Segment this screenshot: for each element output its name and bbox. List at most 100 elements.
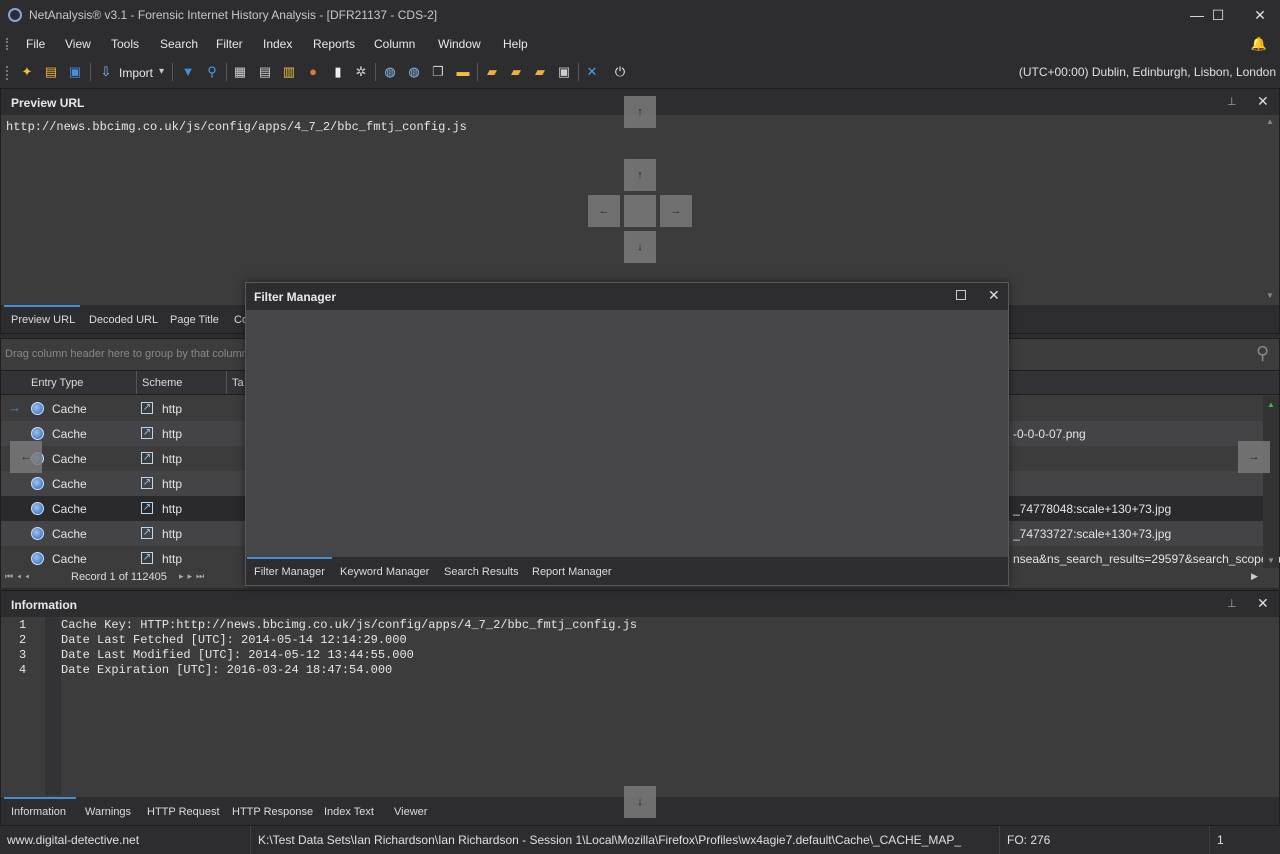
maximize-icon[interactable] xyxy=(956,290,966,300)
globe-search-icon[interactable]: ◍ xyxy=(406,64,422,80)
tab-index-text[interactable]: Index Text xyxy=(324,806,374,818)
preview-panel-title: Preview URL xyxy=(11,96,85,110)
globe-icon[interactable]: ◍ xyxy=(382,64,398,80)
menu-help[interactable]: Help xyxy=(503,37,528,51)
bell-icon[interactable]: 🔔 xyxy=(1251,36,1267,52)
maximize-button[interactable]: ☐ xyxy=(1198,4,1238,26)
tab-filter-manager[interactable]: Filter Manager xyxy=(254,566,325,578)
dock-center-right-icon[interactable]: → xyxy=(660,195,692,227)
col-scheme[interactable]: Scheme xyxy=(142,377,182,389)
tab-http-request[interactable]: HTTP Request xyxy=(147,806,220,818)
hscroll-right-icon[interactable]: ▶ xyxy=(1251,571,1258,582)
tab-preview-url[interactable]: Preview URL xyxy=(11,314,75,326)
tools-icon[interactable]: ✕ xyxy=(584,64,600,80)
tab-information[interactable]: Information xyxy=(11,806,66,818)
grid-search-icon[interactable]: ⚲ xyxy=(1256,343,1269,364)
dock-top-icon[interactable]: ↑ xyxy=(624,96,656,128)
tab-decoded-url[interactable]: Decoded URL xyxy=(89,314,158,326)
menu-view[interactable]: View xyxy=(65,37,91,51)
active-tab-indicator xyxy=(4,797,76,799)
status-divider xyxy=(1209,826,1210,854)
close-panel-icon[interactable]: ✕ xyxy=(1257,93,1269,110)
col-ta[interactable]: Ta xyxy=(232,377,244,389)
scroll-up-icon[interactable]: ▲ xyxy=(1266,117,1274,126)
cell-url-tail: nsea&ns_search_results=29597&search_scop… xyxy=(1013,552,1280,566)
grid-view-icon[interactable]: ▦ xyxy=(232,64,248,80)
status-divider xyxy=(250,826,251,854)
toolbar-separator xyxy=(226,63,227,81)
dock-center-bottom-icon[interactable]: ↓ xyxy=(624,231,656,263)
close-button[interactable]: ✕ xyxy=(1240,4,1280,26)
nav-prev-icons[interactable]: ⏮◂◂ xyxy=(5,571,33,582)
folder-chart-icon[interactable]: ▰ xyxy=(508,64,524,80)
pin-icon[interactable]: ⊥ xyxy=(1227,95,1237,108)
cell-scheme: http xyxy=(162,452,183,466)
preview-scrollbar[interactable]: ▲ ▼ xyxy=(1263,117,1277,301)
dock-center-top-icon[interactable]: ↑ xyxy=(624,159,656,191)
menu-index[interactable]: Index xyxy=(263,37,292,51)
menu-window[interactable]: Window xyxy=(438,37,481,51)
power-icon[interactable]: ⏻ xyxy=(612,64,628,80)
menu-reports[interactable]: Reports xyxy=(313,37,355,51)
settings-icon[interactable]: ✲ xyxy=(353,64,369,80)
cell-url-tail: _74778048:scale+130+73.jpg xyxy=(1013,502,1172,516)
menu-filter[interactable]: Filter xyxy=(216,37,243,51)
list-icon[interactable]: ▥ xyxy=(281,64,297,80)
tab-viewer[interactable]: Viewer xyxy=(394,806,427,818)
windows-icon[interactable]: ❐ xyxy=(430,64,446,80)
dock-right-icon[interactable]: → xyxy=(1238,441,1270,473)
grid-scrollbar[interactable]: ▲ ▼ xyxy=(1263,396,1279,571)
record-count: Record 1 of 112405 xyxy=(71,571,167,583)
tab-page-title[interactable]: Page Title xyxy=(170,314,219,326)
tab-http-response[interactable]: HTTP Response xyxy=(232,806,313,818)
report-icon[interactable]: ▣ xyxy=(556,64,572,80)
close-panel-icon[interactable]: ✕ xyxy=(1257,595,1269,612)
scroll-up-icon[interactable]: ▲ xyxy=(1267,400,1275,409)
information-panel-title: Information xyxy=(11,598,77,612)
dock-center-icon[interactable] xyxy=(624,195,656,227)
dock-left-icon[interactable]: ← xyxy=(10,441,42,473)
status-count: 1 xyxy=(1217,833,1224,847)
toolbar-separator xyxy=(578,63,579,81)
menu-search[interactable]: Search xyxy=(160,37,198,51)
search-icon[interactable]: ⚲ xyxy=(204,64,220,80)
table-icon[interactable]: ▤ xyxy=(257,64,273,80)
tab-search-results[interactable]: Search Results xyxy=(444,566,519,578)
import-icon[interactable]: ⇩ xyxy=(98,64,114,80)
line-number: 1 xyxy=(19,618,27,632)
bookmark-icon[interactable]: ▮ xyxy=(330,64,346,80)
line-number: 2 xyxy=(19,633,27,647)
scroll-down-icon[interactable]: ▼ xyxy=(1267,556,1275,565)
menu-bar: File View Tools Search Filter Index Repo… xyxy=(0,30,1280,58)
folder-icon[interactable]: ▰ xyxy=(484,64,500,80)
import-dropdown-icon[interactable]: ▾ xyxy=(159,66,164,77)
menu-column[interactable]: Column xyxy=(374,37,415,51)
filter-manager-content xyxy=(246,310,1008,557)
save-icon[interactable]: ▣ xyxy=(67,64,83,80)
external-link-icon: ↗ xyxy=(141,452,153,464)
filter-icon[interactable]: ▼ xyxy=(180,64,196,80)
menu-file[interactable]: File xyxy=(26,37,45,51)
dock-bottom-icon[interactable]: ↓ xyxy=(624,786,656,818)
menu-tools[interactable]: Tools xyxy=(111,37,139,51)
title-bar: NetAnalysis® v3.1 - Forensic Internet Hi… xyxy=(0,0,1280,30)
info-line: Date Expiration [UTC]: 2016-03-24 18:47:… xyxy=(61,663,393,677)
tab-warnings[interactable]: Warnings xyxy=(85,806,131,818)
nav-next-icons[interactable]: ▸▸⏭ xyxy=(179,571,208,582)
new-workspace-icon[interactable]: ✦ xyxy=(19,64,35,80)
cell-entry-type: Cache xyxy=(52,452,87,466)
dock-center-left-icon[interactable]: ← xyxy=(588,195,620,227)
scroll-down-icon[interactable]: ▼ xyxy=(1266,291,1274,300)
export-icon[interactable]: ▬ xyxy=(455,64,471,80)
import-button[interactable]: Import xyxy=(119,66,153,80)
cache-globe-icon xyxy=(31,527,44,540)
cookie-icon[interactable]: ● xyxy=(305,64,321,80)
open-folder-icon[interactable]: ▤ xyxy=(43,64,59,80)
tab-report-manager[interactable]: Report Manager xyxy=(532,566,612,578)
folder-edit-icon[interactable]: ▰ xyxy=(532,64,548,80)
pin-icon[interactable]: ⊥ xyxy=(1227,597,1237,610)
col-entry-type[interactable]: Entry Type xyxy=(31,377,83,389)
cell-entry-type: Cache xyxy=(52,402,87,416)
close-icon[interactable]: ✕ xyxy=(988,287,1000,304)
tab-keyword-manager[interactable]: Keyword Manager xyxy=(340,566,429,578)
